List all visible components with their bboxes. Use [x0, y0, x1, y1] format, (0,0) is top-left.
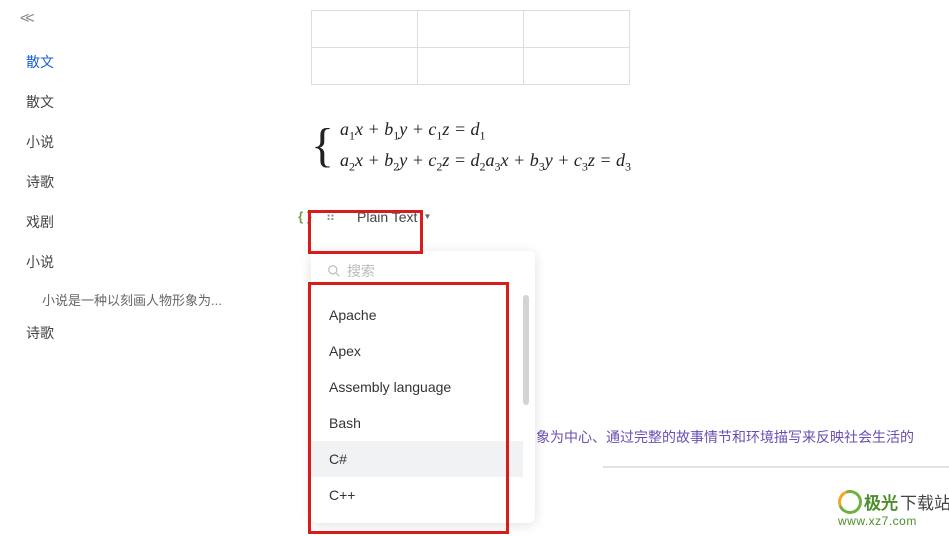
dropdown-item-apache[interactable]: Apache	[311, 297, 523, 333]
dropdown-item-bash[interactable]: Bash	[311, 405, 523, 441]
watermark-name-2: 下载站	[900, 489, 949, 514]
dropdown-item-cpp[interactable]: C++	[311, 477, 523, 513]
content-table[interactable]	[311, 10, 630, 85]
sidebar: << 散文 散文 小说 诗歌 戏剧 小说 小说是一种以刻画人物形象为... 诗歌	[0, 0, 255, 536]
dropdown-item-assembly[interactable]: Assembly language	[311, 369, 523, 405]
dropdown-scrollbar[interactable]	[523, 295, 531, 519]
nav-item-6[interactable]: 诗歌	[20, 315, 254, 351]
watermark-swirl-icon	[834, 486, 866, 518]
nav-item-4[interactable]: 戏剧	[20, 204, 254, 240]
language-dropdown: 搜索 Apache Apex Assembly language Bash C#…	[311, 251, 535, 523]
nav-item-5[interactable]: 小说	[20, 244, 254, 280]
watermark-logo: 极光下载站 www.xz7.com	[838, 489, 949, 528]
dropdown-list: Apache Apex Assembly language Bash C# C+…	[311, 291, 523, 523]
drag-handle-icon[interactable]: ⠿	[321, 207, 341, 227]
search-placeholder: 搜索	[347, 261, 375, 281]
brace-icon: {	[311, 122, 334, 170]
code-block-toolbar: { } ⠿ Plain Text ▼	[295, 205, 949, 229]
footer-divider	[603, 466, 949, 468]
code-block-icon[interactable]: { }	[295, 207, 315, 227]
dropdown-search[interactable]: 搜索	[311, 251, 535, 291]
dropdown-item-apex[interactable]: Apex	[311, 333, 523, 369]
dropdown-item-csharp[interactable]: C#	[311, 441, 523, 477]
nav-item-5-sub: 小说是一种以刻画人物形象为...	[20, 284, 254, 315]
math-line-2: a2x + b2y + c2z = d2a3x + b3y + c3z = d3	[340, 146, 631, 177]
nav-item-2[interactable]: 小说	[20, 124, 254, 160]
chevron-down-icon: ▼	[423, 212, 431, 221]
body-text-line: 象为中心、通过完整的故事情节和环境描写来反映社会生活的	[536, 427, 914, 447]
nav-item-0[interactable]: 散文	[20, 44, 254, 80]
language-label: Plain Text	[357, 209, 417, 225]
scrollbar-thumb[interactable]	[523, 295, 529, 405]
math-line-1: a1x + b1y + c1z = d1	[340, 115, 631, 146]
nav-item-1[interactable]: 散文	[20, 84, 254, 120]
watermark-name-1: 极光	[864, 489, 898, 514]
search-icon	[327, 264, 341, 278]
watermark-url: www.xz7.com	[838, 514, 949, 528]
nav-item-3[interactable]: 诗歌	[20, 164, 254, 200]
math-equation: { a1x + b1y + c1z = d1 a2x + b2y + c2z =…	[311, 115, 949, 177]
collapse-icon[interactable]: <<	[20, 10, 254, 28]
language-selector[interactable]: Plain Text ▼	[347, 205, 441, 229]
